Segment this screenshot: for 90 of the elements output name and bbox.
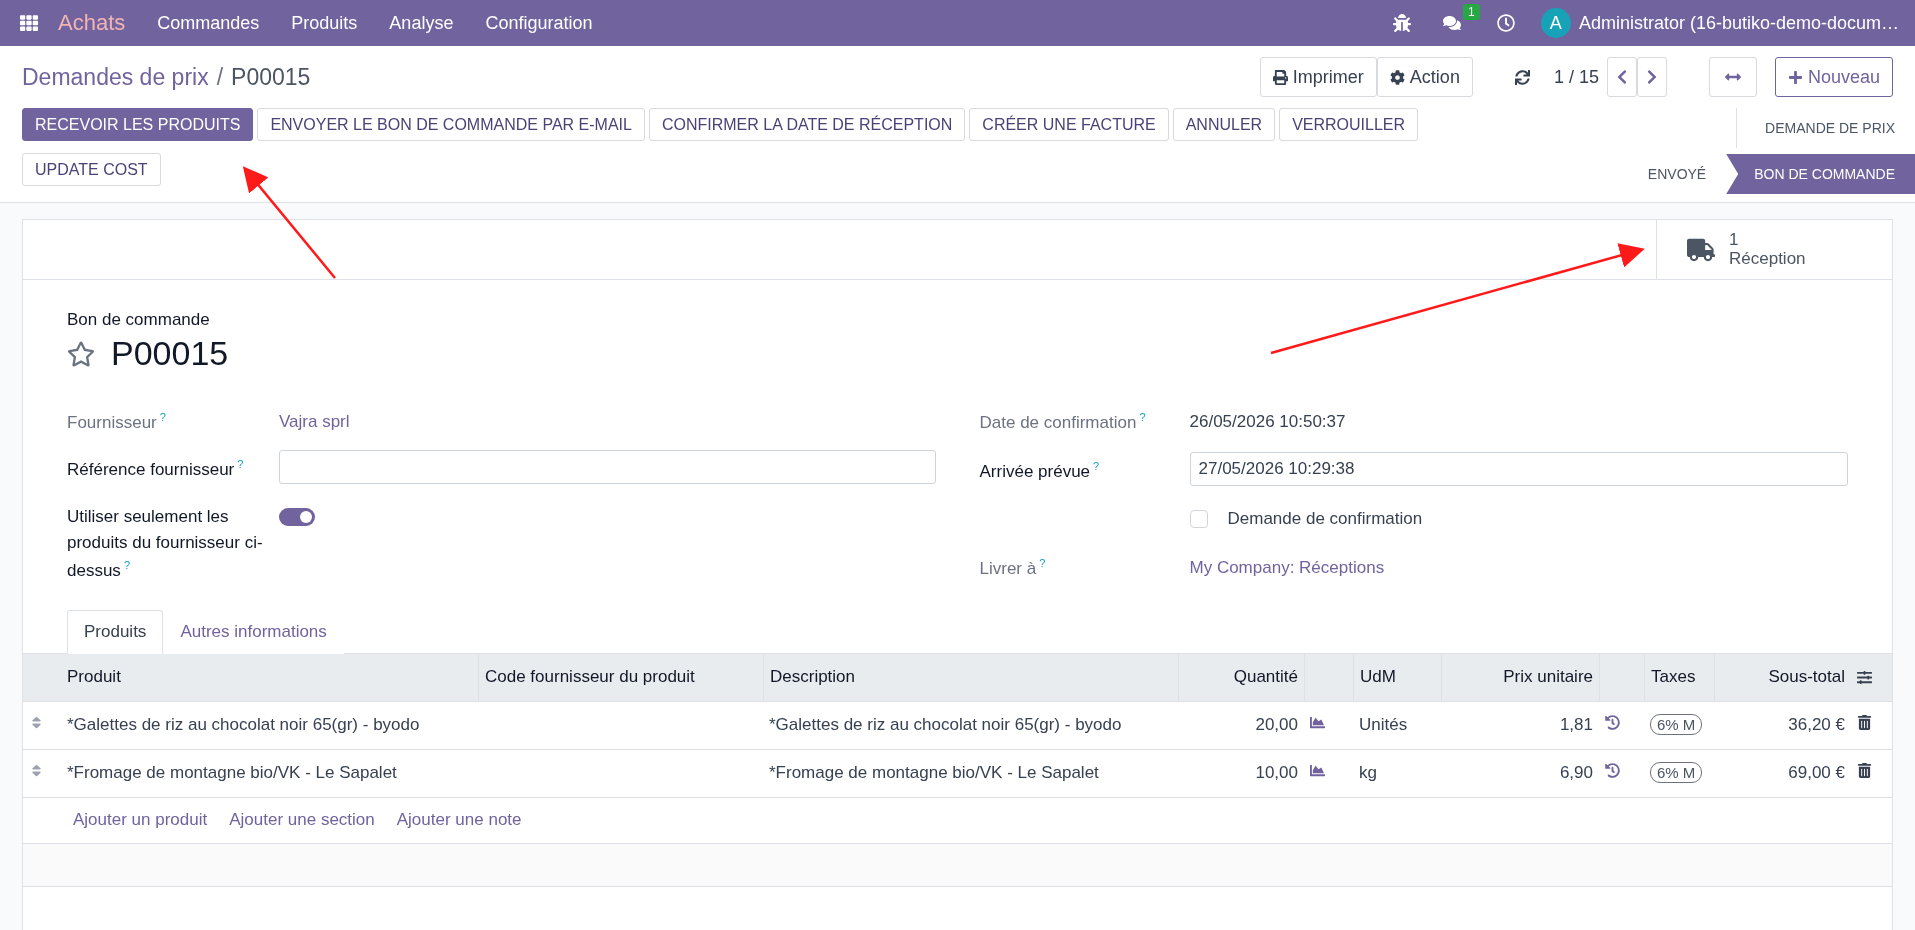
checkbox[interactable]: [1189, 510, 1208, 529]
help-mark: ?: [1093, 460, 1100, 473]
field-label: Fournisseur $^{?}$: [67, 410, 167, 434]
status-stage[interactable]: BON DE COMMANDE: [1726, 154, 1915, 194]
breadcrumb-link[interactable]: Demandes de prix: [22, 63, 209, 91]
user-menu[interactable]: Administrator (16-butiko-demo-docum…: [1578, 12, 1899, 34]
action-button[interactable]: CRÉER UNE FACTURE: [969, 108, 1169, 141]
gear-icon: [1389, 69, 1405, 85]
add-line-link[interactable]: Ajouter une note: [396, 810, 522, 831]
table-cell-text: kg: [1358, 763, 1378, 784]
field-label: Utiliser seulement les produits du fournisseur ci-dessus $^{?}$: [67, 506, 264, 582]
breadcrumb-current: P00015: [231, 63, 311, 91]
next-button[interactable]: [1636, 57, 1667, 97]
receipt-count: 1: [1729, 230, 1740, 250]
action-button[interactable]: RECEVOIR LES PRODUITS: [22, 108, 254, 141]
column-header: Code fournisseur du produit: [478, 653, 763, 701]
receipt-label: Réception: [1729, 249, 1806, 269]
drag-handle-icon[interactable]: [29, 715, 44, 731]
message-count-badge: 1: [1462, 4, 1480, 20]
history-icon[interactable]: [1605, 715, 1620, 731]
action-button[interactable]: Action: [1376, 57, 1473, 97]
checkbox-label: Demande de confirmation: [1227, 508, 1423, 531]
table-cell-text: 6,90: [1558, 763, 1594, 784]
breadcrumb-separator: /: [216, 63, 224, 91]
print-button[interactable]: Imprimer: [1259, 57, 1377, 97]
table-cell-text: *Galettes de riz au chocolat noir 65(gr) - byodo: [768, 715, 1123, 736]
action-button[interactable]: ENVOYER LE BON DE COMMANDE PAR E-MAIL: [257, 108, 645, 141]
table-cell-text: 20,00: [1254, 715, 1299, 736]
table-cell-text: *Fromage de montagne bio/VK - Le Sapalet: [768, 763, 1100, 784]
help-mark: ?: [1039, 556, 1046, 569]
action-button[interactable]: UPDATE COST: [22, 153, 161, 186]
app-name[interactable]: Achats: [42, 10, 142, 36]
column-header: Produit: [66, 666, 122, 689]
table-cell-text: 69,00 €: [1787, 763, 1846, 784]
new-button[interactable]: Nouveau: [1774, 57, 1893, 97]
printer-icon: [1272, 69, 1288, 85]
toggle-switch[interactable]: [279, 508, 315, 526]
help-mark: ?: [123, 558, 130, 571]
column-settings-icon[interactable]: [1857, 669, 1872, 685]
table-cell-text: 10,00: [1254, 763, 1299, 784]
previous-button[interactable]: [1606, 57, 1637, 97]
area-chart-icon[interactable]: [1310, 763, 1325, 779]
tax-tag: 6% M: [1650, 714, 1703, 736]
help-mark: ?: [159, 411, 166, 423]
column-header: Sous-total: [1714, 653, 1851, 701]
field-link[interactable]: My Company: Réceptions: [1189, 548, 1848, 581]
menu-item[interactable]: Configuration: [469, 12, 609, 34]
expand-button[interactable]: [1708, 57, 1757, 97]
action-button[interactable]: VERROUILLER: [1279, 108, 1419, 141]
tax-tag: 6% M: [1650, 762, 1703, 784]
action-button[interactable]: CONFIRMER LA DATE DE RÉCEPTION: [648, 108, 966, 141]
field-value: 26/05/2026 10:50:37: [1189, 411, 1347, 433]
column-header: UdM: [1353, 653, 1441, 701]
add-line-link[interactable]: Ajouter une section: [229, 810, 375, 831]
field-link[interactable]: Vajra sprl: [279, 403, 936, 436]
area-chart-icon[interactable]: [1310, 715, 1325, 731]
column-header: Quantité: [1178, 653, 1304, 701]
field-label: Livrer à $^{?}$: [979, 555, 1047, 580]
column-header: Prix unitaire: [1441, 653, 1599, 701]
table-cell-text: *Fromage de montagne bio/VK - Le Sapalet: [66, 763, 398, 784]
star-icon[interactable]: [67, 339, 95, 368]
field-label: Date de confirmation $^{?}$: [979, 410, 1147, 434]
table-cell-text: Unités: [1358, 715, 1409, 736]
input-field[interactable]: [279, 450, 936, 484]
drag-handle-icon[interactable]: [29, 763, 44, 779]
menu-item[interactable]: Analyse: [373, 12, 470, 34]
pager-value: 1 / 15: [1553, 66, 1599, 88]
menu-item[interactable]: Produits: [275, 12, 374, 34]
field-label: Arrivée prévue $^{?}$: [979, 459, 1101, 483]
help-mark: ?: [237, 458, 244, 470]
plus-icon: [1787, 69, 1803, 85]
column-header: Taxes: [1644, 653, 1714, 701]
trash-icon[interactable]: [1857, 763, 1872, 779]
record-caption: Bon de commande: [67, 310, 211, 330]
help-mark: ?: [1139, 411, 1146, 423]
action-button[interactable]: ANNULER: [1172, 108, 1276, 141]
table-cell-text: *Galettes de riz au chocolat noir 65(gr) - byodo: [66, 715, 421, 736]
refresh-icon[interactable]: [1514, 69, 1530, 85]
history-icon[interactable]: [1605, 763, 1620, 779]
tab[interactable]: Produits: [67, 609, 164, 654]
column-header: Description: [763, 653, 1178, 701]
add-line-link[interactable]: Ajouter un produit: [73, 810, 208, 831]
menu-item[interactable]: Commandes: [141, 12, 276, 34]
field-label: Référence fournisseur $^{?}$: [67, 457, 245, 481]
trash-icon[interactable]: [1857, 715, 1872, 731]
user-avatar[interactable]: A: [1540, 8, 1571, 38]
table-cell-text: 1,81: [1558, 715, 1594, 736]
record-name: P00015: [111, 334, 229, 373]
table-cell-text: 36,20 €: [1787, 715, 1846, 736]
input-field[interactable]: 27/05/2026 10:29:38: [1189, 452, 1848, 487]
